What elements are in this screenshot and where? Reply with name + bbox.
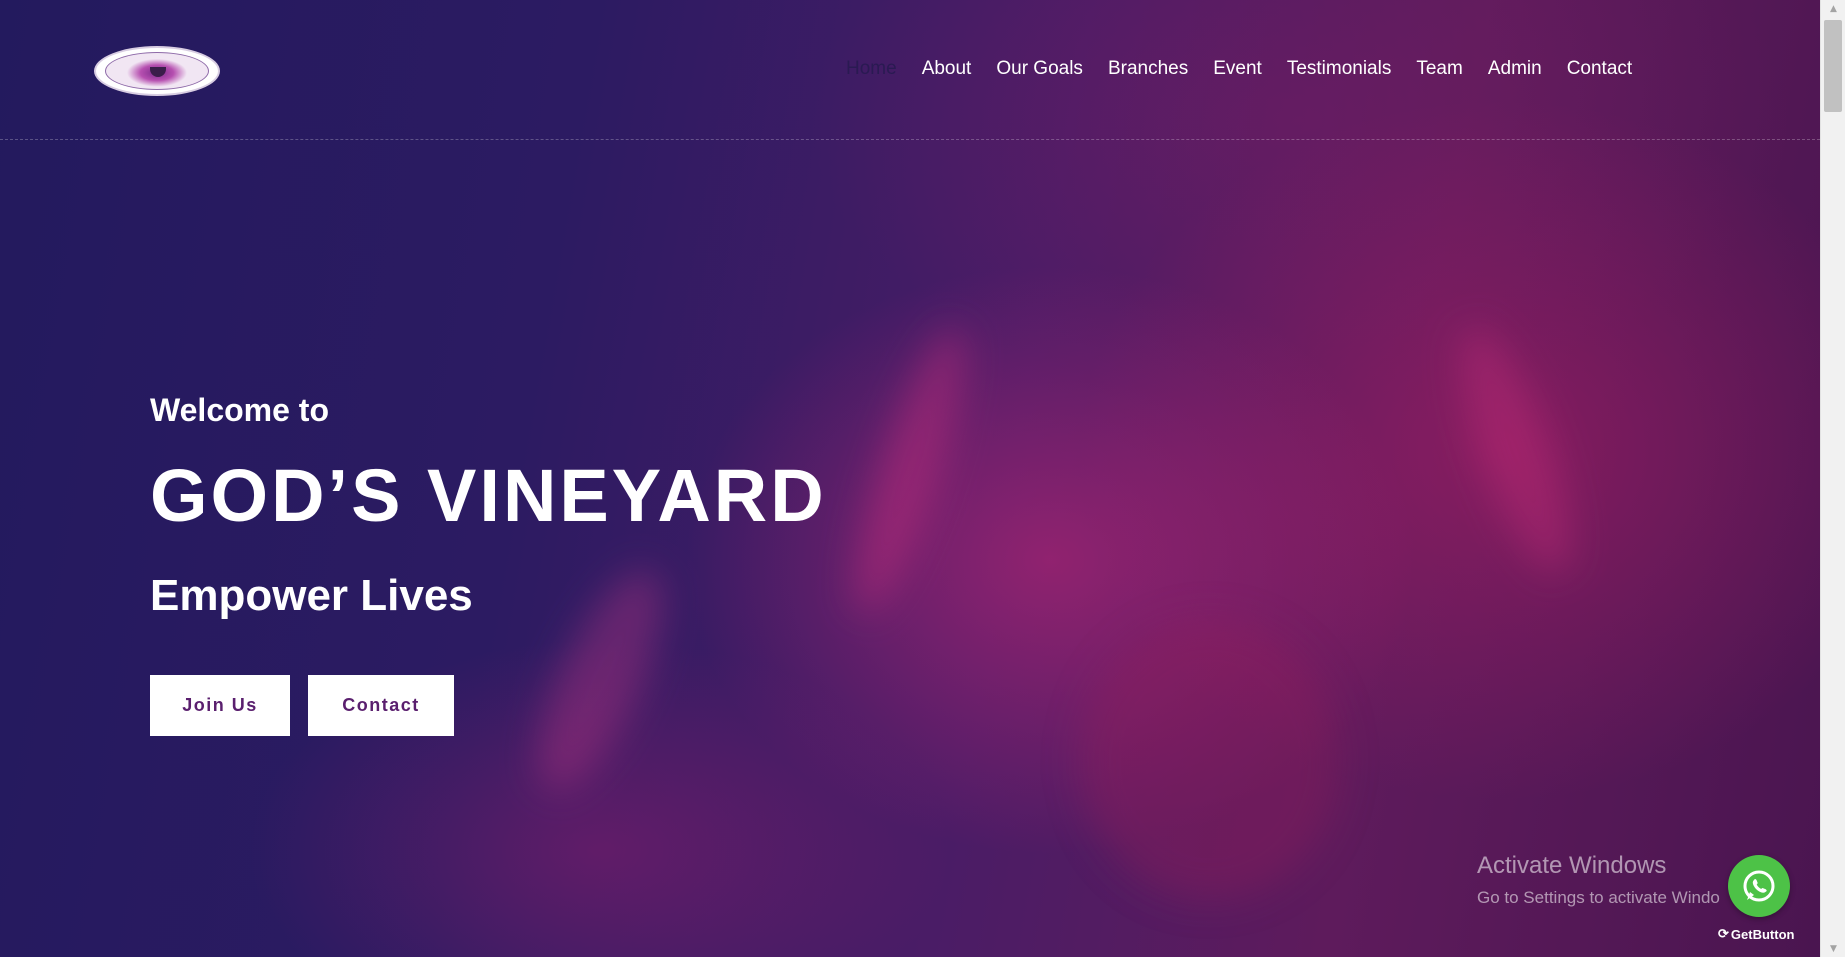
decor-silhouette (1080, 620, 1340, 900)
nav-about[interactable]: About (922, 58, 972, 80)
scrollbar-thumb[interactable] (1824, 20, 1842, 112)
logo-emblem (105, 52, 209, 90)
getbutton-label: GetButton (1730, 926, 1795, 942)
hero-subtitle: Empower Lives (150, 571, 473, 620)
nav-branches[interactable]: Branches (1108, 58, 1188, 80)
decor-hand (835, 318, 985, 622)
getbutton-icon: ⟳ (1718, 926, 1729, 941)
scroll-up-icon[interactable]: ▲ (1821, 0, 1845, 17)
nav-event[interactable]: Event (1213, 58, 1262, 80)
getbutton-badge[interactable]: ⟳ GetButton (1718, 926, 1794, 942)
site-logo[interactable] (94, 46, 220, 96)
activate-windows-watermark: Activate Windows Go to Settings to activ… (1477, 852, 1720, 908)
hero-welcome: Welcome to (150, 392, 329, 428)
join-us-button[interactable]: Join Us (150, 675, 290, 736)
nav-testimonials[interactable]: Testimonials (1287, 58, 1392, 80)
nav-our-goals[interactable]: Our Goals (996, 58, 1083, 80)
decor-hand (1437, 315, 1593, 585)
nav-admin[interactable]: Admin (1488, 58, 1542, 80)
header: Home About Our Goals Branches Event Test… (0, 0, 1820, 140)
nav-team[interactable]: Team (1416, 58, 1462, 80)
contact-button[interactable]: Contact (308, 675, 454, 736)
activate-subtitle: Go to Settings to activate Windo (1477, 888, 1720, 907)
nav-contact[interactable]: Contact (1567, 58, 1632, 80)
scrollbar[interactable]: ▲ ▼ (1820, 0, 1845, 957)
whatsapp-icon (1743, 870, 1775, 902)
activate-title: Activate Windows (1477, 852, 1667, 879)
whatsapp-button[interactable] (1728, 855, 1790, 917)
main-nav: Home About Our Goals Branches Event Test… (846, 58, 1632, 80)
hero-title: GOD’S VINEYARD (150, 454, 827, 537)
scroll-down-icon[interactable]: ▼ (1821, 940, 1845, 957)
nav-home[interactable]: Home (846, 58, 897, 80)
hero-text: Welcome to GOD’S VINEYARD Empower Lives (150, 392, 827, 621)
hero-background: Home About Our Goals Branches Event Test… (0, 0, 1820, 957)
